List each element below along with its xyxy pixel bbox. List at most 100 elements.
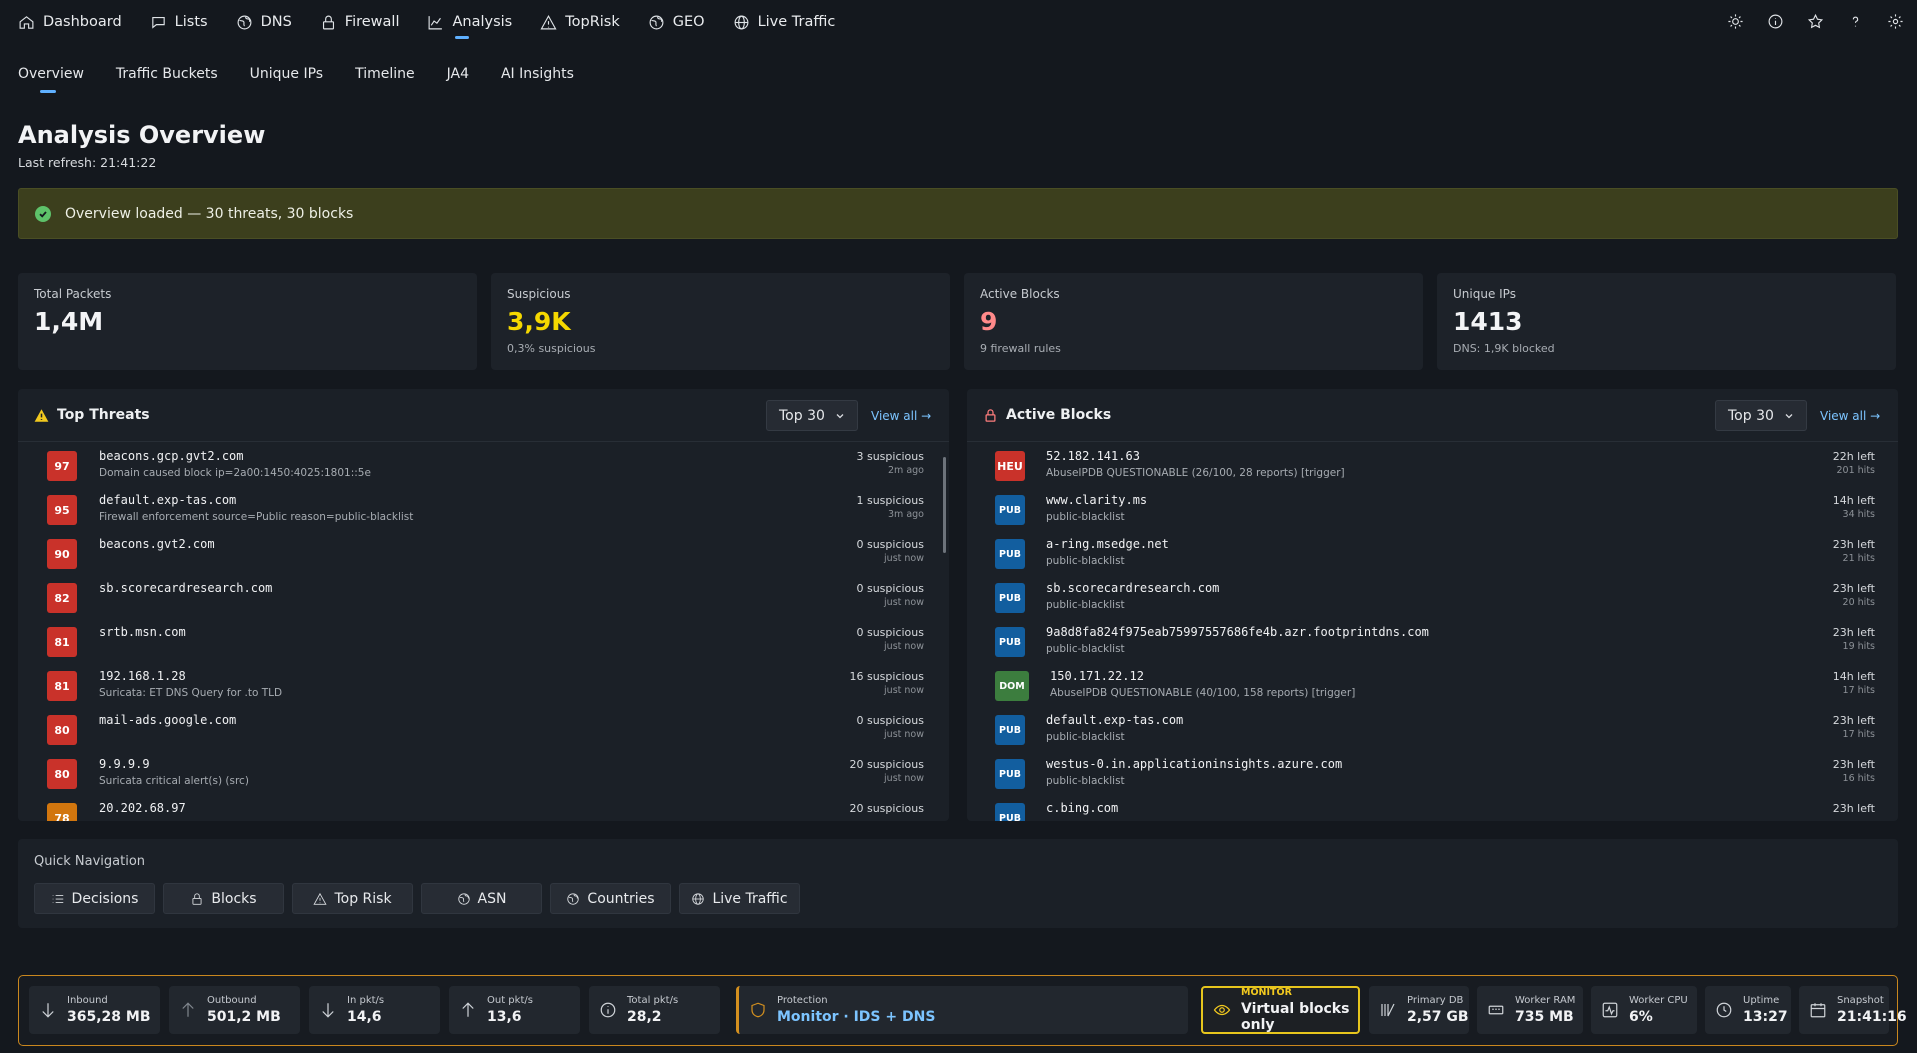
quick-nav-asn-button[interactable]: ASN (421, 883, 542, 914)
active-blocks-panel: Active Blocks Top 30 View all → HEU 52.18… (967, 389, 1898, 821)
status-inbound: Inbound 365,28 MB (29, 986, 160, 1034)
block-name: www.clarity.ms (1046, 493, 1148, 507)
threat-time: 3m ago (888, 509, 924, 520)
quick-nav-blocks-button[interactable]: Blocks (163, 883, 284, 914)
arrow-down-icon (42, 1003, 54, 1018)
block-row[interactable]: PUB www.clarity.ms public-blacklist 14h lef… (967, 487, 1898, 531)
check-circle-icon (35, 205, 51, 222)
block-row[interactable]: PUB c.bing.com 23h left (967, 795, 1898, 821)
status-value: 13:27 (1743, 1009, 1788, 1025)
block-time-left: 23h left (1832, 802, 1875, 815)
threat-row[interactable]: 95 default.exp-tas.com Firewall enforcemen… (18, 487, 949, 531)
panel-title: Top Threats (57, 407, 150, 423)
info-button[interactable] (1765, 11, 1785, 31)
nav-label: Live Traffic (757, 14, 836, 30)
tab-ja4[interactable]: JA4 (447, 66, 469, 90)
settings-button[interactable] (1885, 11, 1905, 31)
threat-row[interactable]: 81 192.168.1.28 Suricata: ET DNS Query for… (18, 663, 949, 707)
threat-row[interactable]: 80 mail-ads.google.com 0 suspicious just no… (18, 707, 949, 751)
block-name: westus-0.in.applicationinsights.azure.co… (1046, 757, 1343, 771)
memory-icon (1488, 1005, 1504, 1015)
threats-view-all-link[interactable]: View all → (871, 409, 931, 423)
threat-row[interactable]: 90 beacons.gvt2.com 0 suspicious just now (18, 531, 949, 575)
threat-name: beacons.gcp.gvt2.com (99, 449, 244, 463)
tab-timeline[interactable]: Timeline (355, 66, 415, 90)
threat-row[interactable]: 82 sb.scorecardresearch.com 0 suspicious ju… (18, 575, 949, 619)
page-title: Analysis Overview (18, 121, 266, 149)
nav-item-toprisk[interactable]: TopRisk (540, 0, 634, 44)
block-desc: public-blacklist (1046, 775, 1125, 787)
theme-toggle-button[interactable] (1725, 11, 1745, 31)
block-hits: 21 hits (1842, 553, 1875, 564)
nav-item-firewall[interactable]: Firewall (320, 0, 414, 44)
status-value: 365,28 MB (67, 1009, 151, 1025)
threat-row[interactable]: 80 9.9.9.9 Suricata critical alert(s) (src… (18, 751, 949, 795)
stat-label: Unique IPs (1453, 287, 1516, 301)
threat-row[interactable]: 97 beacons.gcp.gvt2.com Domain caused bloc… (18, 443, 949, 487)
threat-count: 0 suspicious (856, 714, 924, 727)
button-label: Countries (587, 890, 655, 907)
status-value: Monitor · IDS + DNS (777, 1009, 936, 1025)
block-row[interactable]: PUB a-ring.msedge.net public-blacklist 23h … (967, 531, 1898, 575)
quick-nav-countries-button[interactable]: Countries (550, 883, 671, 914)
block-time-left: 22h left (1832, 450, 1875, 463)
threats-list: 97 beacons.gcp.gvt2.com Domain caused bloc… (18, 443, 949, 821)
globe-icon (649, 15, 664, 29)
help-button[interactable] (1845, 11, 1865, 31)
status-protection[interactable]: Protection Monitor · IDS + DNS (736, 986, 1188, 1034)
globe-icon (457, 892, 470, 905)
status-value: Virtual blocks only (1241, 1001, 1350, 1033)
chevron-down-icon (1785, 413, 1793, 418)
block-row[interactable]: PUB westus-0.in.applicationinsights.azure… (967, 751, 1898, 795)
status-label: Worker CPU (1629, 995, 1688, 1006)
tab-traffic-buckets[interactable]: Traffic Buckets (116, 66, 218, 90)
block-source-badge: PUB (995, 759, 1025, 789)
nav-item-dashboard[interactable]: Dashboard (18, 0, 136, 44)
block-row[interactable]: HEU 52.182.141.63 AbuseIPDB QUESTIONABLE (… (967, 443, 1898, 487)
stat-sub: 0,3% suspicious (507, 342, 596, 355)
quick-nav-top-risk-button[interactable]: Top Risk (292, 883, 413, 914)
nav-label: DNS (260, 14, 292, 30)
block-hits: 17 hits (1842, 729, 1875, 740)
favorites-button[interactable] (1805, 11, 1825, 31)
status-label: In pkt/s (347, 995, 385, 1006)
quick-nav-live-traffic-button[interactable]: Live Traffic (679, 883, 800, 914)
quick-nav-decisions-button[interactable]: Decisions (34, 883, 155, 914)
block-row[interactable]: PUB default.exp-tas.com public-blacklist 23… (967, 707, 1898, 751)
nav-item-lists[interactable]: Lists (150, 0, 222, 44)
block-row[interactable]: DOM 150.171.22.12 AbuseIPDB QUESTIONABLE (… (967, 663, 1898, 707)
block-source-badge: PUB (995, 495, 1025, 525)
threat-row[interactable]: 78 20.202.68.97 20 suspicious (18, 795, 949, 821)
block-name: c.bing.com (1046, 801, 1119, 815)
threat-row[interactable]: 81 srtb.msn.com 0 suspicious just now (18, 619, 949, 663)
threat-desc: Suricata critical alert(s) (src) (99, 775, 249, 787)
threats-top-select[interactable]: Top 30 (766, 400, 858, 431)
threat-time: just now (884, 553, 924, 564)
list-icon (52, 894, 63, 903)
nav-item-dns[interactable]: DNS (236, 0, 306, 44)
nav-item-analysis[interactable]: Analysis (427, 0, 526, 44)
arrow-down-icon (322, 1003, 334, 1018)
sub-tabs: Overview Traffic Buckets Unique IPs Time… (18, 66, 574, 93)
block-desc: AbuseIPDB QUESTIONABLE (40/100, 158 repo… (1050, 687, 1356, 699)
tab-ai-insights[interactable]: AI Insights (501, 66, 574, 90)
tab-overview[interactable]: Overview (18, 66, 84, 93)
threat-score-badge: 81 (47, 627, 77, 657)
nav-item-geo[interactable]: GEO (648, 0, 719, 44)
blocks-top-select[interactable]: Top 30 (1715, 400, 1807, 431)
block-row[interactable]: PUB 9a8d8fa824f975eab75997557686fe4b.azr.… (967, 619, 1898, 663)
panel-header: Top Threats Top 30 View all → (18, 389, 949, 442)
block-hits: 19 hits (1842, 641, 1875, 652)
threats-scrollbar[interactable] (943, 457, 946, 553)
block-row[interactable]: PUB sb.scorecardresearch.com public-blackl… (967, 575, 1898, 619)
blocks-view-all-link[interactable]: View all → (1820, 409, 1880, 423)
block-hits: 20 hits (1842, 597, 1875, 608)
status-uptime: Uptime 13:27 (1705, 986, 1791, 1034)
tab-unique-ips[interactable]: Unique IPs (250, 66, 323, 90)
threat-score-badge: 81 (47, 671, 77, 701)
lock-icon (322, 15, 334, 29)
blocks-list: HEU 52.182.141.63 AbuseIPDB QUESTIONABLE (… (967, 443, 1898, 821)
status-monitor-mode[interactable]: MONITOR Virtual blocks only (1201, 986, 1360, 1034)
nav-item-live-traffic[interactable]: Live Traffic (733, 0, 850, 44)
status-total-pkt: Total pkt/s 28,2 (589, 986, 720, 1034)
